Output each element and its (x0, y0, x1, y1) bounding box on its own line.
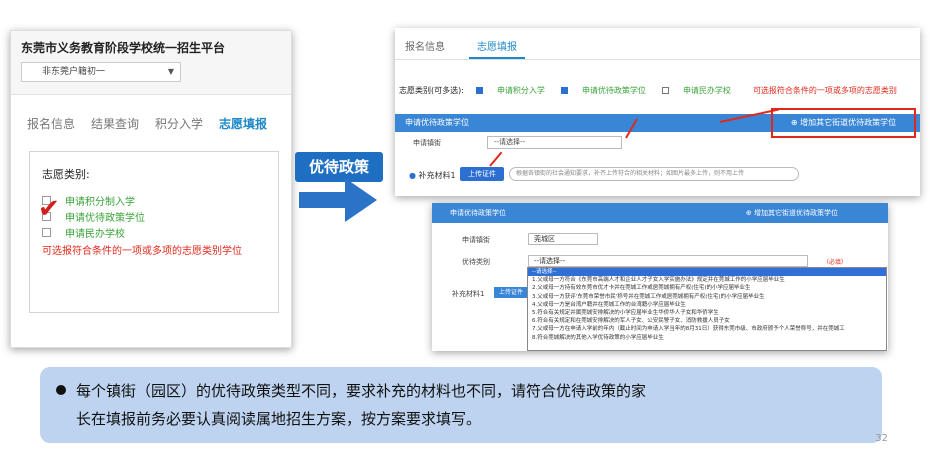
add-street-button[interactable]: ⊕ 增加其它街道优待政策学位 (771, 108, 916, 138)
platform-header: 东莞市义务教育阶段学校统一招生平台 非东莞户籍初一 ▼ (11, 31, 291, 95)
type-note: 可选报符合条件的一项或多项的志愿类别 (752, 85, 897, 95)
caption-box: 每个镇街（园区）的优待政策类型不同，要求补充的材料也不同，请符合优待政策的家 长… (40, 367, 882, 443)
bottom-right-screenshot-panel: 申请优待政策学位 ⊕ 增加其它街道优待政策学位 申请镇街 莞城区 优待类别 --… (432, 203, 888, 351)
street-label: 申请镇街 (413, 139, 441, 147)
dropdown-option[interactable]: 5.符合有关规定并属莞城安排解决的小学应届毕业生华侨华人子女和华侨学生 (528, 309, 886, 317)
bullet-icon: ● (409, 171, 416, 180)
category-label: 优待类别 (462, 258, 490, 266)
required-note: （必填） (823, 259, 848, 266)
option-preferential[interactable]: 申请优待政策学位 (42, 208, 266, 224)
tab-results[interactable]: 结果查询 (91, 115, 139, 132)
add-street-button[interactable]: ⊕ 增加其它街道优待政策学位 (746, 203, 838, 223)
dropdown-option[interactable]: 1.父或母一方符合《东莞市高端人才和企业人才子女入学实施办法》规定并在莞城工作的… (528, 276, 886, 284)
category-dropdown[interactable]: --请选择-- 1.父或母一方符合《东莞市高端人才和企业人才子女入学实施办法》规… (527, 267, 887, 351)
dropdown-option[interactable]: 2.父或母一方持有效东莞市优才卡并在莞城工作或居莞城拥有产权(住宅)的小学应届毕… (528, 284, 886, 292)
street-label: 申请镇街 (462, 236, 490, 244)
dropdown-option[interactable]: 3.父或母一方获评'东莞市荣誉市民'称号并在莞城工作或居莞城拥有产权(住宅)的小… (528, 293, 886, 301)
left-tabs: 报名信息 结果查询 积分入学 志愿填报 (11, 95, 291, 132)
option-points[interactable]: 申请积分制入学 (42, 192, 266, 208)
type-label: 志愿类别: (42, 168, 90, 181)
option-label: 申请优待政策学位 (581, 85, 646, 95)
material-label-text: 补充材料1 (418, 171, 456, 180)
checkbox-private[interactable] (661, 86, 669, 94)
chevron-down-icon: ▼ (167, 67, 174, 76)
page-number: 32 (875, 433, 888, 444)
dropdown-option[interactable]: --请选择-- (528, 268, 886, 277)
street-select[interactable]: --请选择-- (487, 136, 622, 149)
option-label: 申请积分制入学 (65, 196, 135, 208)
dropdown-option[interactable]: 6.符合有关规定和在莞城安排解决的军人子女、公安民警子女、消防救援人员子女 (528, 317, 886, 325)
platform-title: 东莞市义务教育阶段学校统一招生平台 (21, 41, 226, 55)
tab-registration[interactable]: 报名信息 (27, 115, 75, 132)
checkbox-points[interactable] (475, 86, 483, 94)
tab-registration[interactable]: 报名信息 (405, 28, 469, 59)
left-screenshot-panel: 东莞市义务教育阶段学校统一招生平台 非东莞户籍初一 ▼ 报名信息 结果查询 积分… (10, 30, 292, 348)
upload-button[interactable]: 上传证件 (460, 167, 504, 181)
application-type-box: 志愿类别: 申请积分制入学 申请优待政策学位 申请民办学校 ✔ 可选报符合条件的… (29, 151, 279, 313)
red-check-icon: ✔ (38, 194, 60, 224)
option-label: 申请民办学校 (65, 228, 125, 240)
type-label: 志愿类别(可多选): (399, 85, 464, 95)
upload-hint: 根据各镇街的社会通知要求，补齐上传符合的相关材料；如图片最多上传，则不用上传 (509, 167, 799, 181)
caption-line-1: 每个镇街（园区）的优待政策类型不同，要求补充的材料也不同，请符合优待政策的家 (76, 382, 647, 400)
option-label: 申请积分入学 (496, 85, 545, 95)
tab-points[interactable]: 积分入学 (155, 115, 203, 132)
arrow-head-icon (345, 178, 377, 222)
top-right-screenshot-panel: 报名信息 志愿填报 志愿类别(可多选): 申请积分入学 申请优待政策学位 申请民… (395, 28, 920, 196)
checkbox-preferential[interactable] (560, 86, 568, 94)
upload-button[interactable]: 上传证件 (494, 287, 528, 298)
category-select[interactable]: --请选择-- (528, 255, 808, 267)
option-label: 申请民办学校 (682, 85, 731, 95)
tab-application[interactable]: 志愿填报 (219, 115, 267, 132)
section-bar: 申请优待政策学位 ⊕ 增加其它街道优待政策学位 (432, 203, 888, 223)
dropdown-option[interactable]: 8.符合莞城解决的其他入学优待政策的小学应届毕业生 (528, 334, 886, 342)
option-label: 申请优待政策学位 (65, 212, 145, 224)
option-private[interactable]: 申请民办学校 (42, 224, 266, 240)
type-note: 可选报符合条件的一项或多项的志愿类别学位 (42, 246, 242, 257)
checkbox[interactable] (42, 227, 51, 237)
section-bar-title: 申请优待政策学位 (450, 209, 506, 217)
material-label: ● 补充材料1 (409, 170, 456, 181)
tab-application[interactable]: 志愿填报 (469, 28, 525, 59)
arrow-right-icon (299, 192, 345, 208)
grade-select-value: 非东莞户籍初一 (42, 67, 106, 77)
material-label: 补充材料1 (452, 290, 485, 298)
tr-tabs: 报名信息 志愿填报 (395, 28, 920, 60)
street-select[interactable]: 莞城区 (528, 233, 598, 245)
bullet-icon (56, 385, 66, 395)
grade-select[interactable]: 非东莞户籍初一 ▼ (21, 62, 181, 82)
dropdown-option[interactable]: 7.父或母一方在申请入学前的年内（截止时间为申请入学当年的8月31日）获得东莞市… (528, 325, 886, 333)
caption-line-2: 长在填报前务必要认真阅读属地招生方案，按方案要求填写。 (76, 410, 482, 428)
tr-type-row: 志愿类别(可多选): 申请积分入学 申请优待政策学位 申请民办学校 可选报符合条… (395, 60, 920, 104)
dropdown-option[interactable]: 4.父或母一方是台湾户籍并在莞城工作的台湾籍小学应届毕业生 (528, 301, 886, 309)
